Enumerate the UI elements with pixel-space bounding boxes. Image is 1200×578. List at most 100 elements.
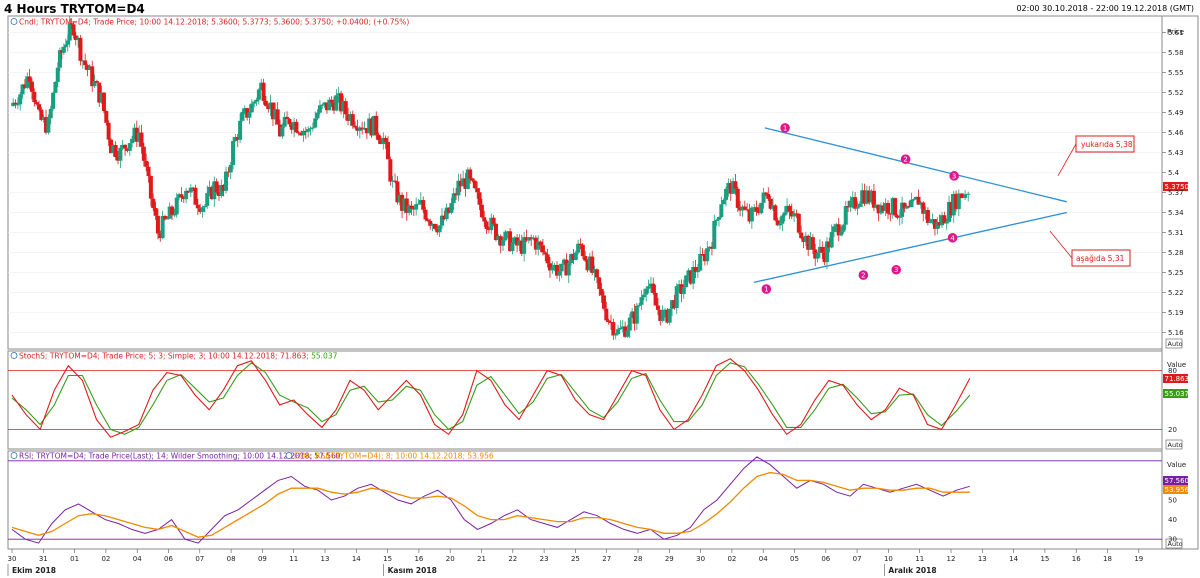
candle-body (53, 81, 58, 93)
month-label: Kasım 2018 (388, 566, 437, 575)
price-auto-button[interactable]: Auto (1165, 338, 1183, 349)
candle-body (820, 246, 825, 253)
x-tick-label: 18 (1103, 555, 1112, 563)
x-tick-label: 27 (602, 555, 611, 563)
wave-marker-label: 4 (950, 234, 955, 242)
candle-body (320, 104, 325, 106)
candle-body (815, 252, 820, 259)
candle-body (583, 256, 588, 261)
candle-body (252, 101, 257, 104)
candle-body (576, 243, 581, 253)
ema-tag: 53.956 (1163, 485, 1190, 494)
candle-body (735, 188, 740, 208)
price-tick-label: 5.31 (1168, 229, 1184, 237)
stoch-legend-d: 55.037 (309, 352, 338, 361)
legend-icon (285, 452, 293, 459)
candle-body (782, 212, 787, 216)
auto-label: Auto (1168, 441, 1183, 449)
x-tick-label: 30 (696, 555, 705, 563)
candle-body (843, 206, 848, 225)
candle-body (578, 243, 583, 245)
candle-body (540, 245, 545, 253)
candle-body (705, 248, 710, 262)
price-tick-label: 5.46 (1168, 129, 1184, 137)
candle-body (653, 292, 658, 306)
price-tick-label: 5.34 (1168, 209, 1184, 217)
candle-body (604, 308, 609, 321)
candle-body (315, 112, 320, 119)
x-tick-label: 02 (101, 555, 110, 563)
candle-body (733, 181, 738, 189)
candle-body (613, 334, 618, 336)
candle-body (174, 197, 179, 215)
x-tick-label: 22 (508, 555, 517, 563)
candle-body (606, 320, 611, 323)
candle-body (71, 24, 76, 36)
stoch-panel[interactable] (7, 350, 1163, 450)
x-tick-label: 04 (759, 555, 768, 563)
candle-body (470, 178, 475, 181)
candle-body (745, 209, 750, 211)
candle-body (385, 141, 390, 160)
x-tick-label: 08 (227, 555, 236, 563)
candle-body (573, 252, 578, 260)
price-tick-label: 5.43 (1168, 149, 1184, 157)
candle-body (162, 215, 167, 219)
candle-body (205, 193, 210, 206)
candle-body (761, 192, 766, 203)
price-tick-label: 5.25 (1168, 269, 1184, 277)
candle-body (477, 192, 482, 205)
wave-marker-label: 2 (903, 156, 907, 164)
candle-body (681, 287, 686, 295)
price-tick-label: 5.49 (1168, 109, 1184, 117)
upper-target-box: yukarıda 5,38 (1075, 135, 1135, 153)
rsi-tick-label: 40 (1168, 516, 1177, 524)
candle-body (472, 180, 477, 189)
candle-body (599, 288, 604, 296)
candle-body (766, 194, 771, 199)
chart-canvas[interactable]: Cndl; TRYTOM=D4; Trade Price; 10:00 14.1… (0, 0, 1200, 578)
x-tick-label: 20 (446, 555, 455, 563)
price-tick-label: 5.28 (1168, 249, 1184, 257)
stoch-tick-label: 80 (1168, 367, 1177, 375)
candle-body (247, 112, 252, 118)
candle-body (695, 270, 700, 273)
candle-body (909, 199, 914, 208)
x-tick-label: 31 (39, 555, 48, 563)
candle-body (928, 221, 933, 223)
candle-body (83, 60, 88, 66)
x-tick-label: 13 (321, 555, 330, 563)
candle-body (287, 118, 292, 125)
stoch-d-value: 55.037 (1165, 390, 1190, 398)
candle-body (559, 263, 564, 272)
candle-body (712, 221, 717, 249)
price-tick-label: 5.16 (1168, 329, 1184, 337)
month-label: Ekim 2018 (12, 566, 56, 575)
candle-body (639, 297, 644, 305)
candle-body (144, 160, 149, 167)
candle-body (655, 305, 660, 310)
stoch-auto-button[interactable]: Auto (1165, 439, 1183, 450)
candle-body (437, 225, 442, 233)
candle-body (660, 310, 665, 321)
candle-body (285, 116, 290, 119)
candle-body (651, 283, 656, 293)
candle-body (231, 141, 236, 166)
candle-body (238, 120, 243, 140)
candle-body (55, 67, 60, 82)
candle-body (832, 226, 837, 232)
x-tick-label: 14 (1009, 555, 1018, 563)
candle-body (449, 203, 454, 213)
x-tick-label: 15 (383, 555, 392, 563)
candle-body (716, 217, 721, 220)
candle-body (491, 217, 496, 224)
candle-body (313, 118, 318, 128)
candle-body (625, 330, 630, 337)
legend-icon (10, 352, 18, 359)
month-label: Aralık 2018 (888, 566, 936, 575)
candle-body (423, 209, 428, 220)
rsi-tick-label: 50 (1168, 497, 1177, 505)
candle-body (841, 224, 846, 232)
candle-body (425, 219, 430, 221)
candle-body (275, 109, 280, 125)
